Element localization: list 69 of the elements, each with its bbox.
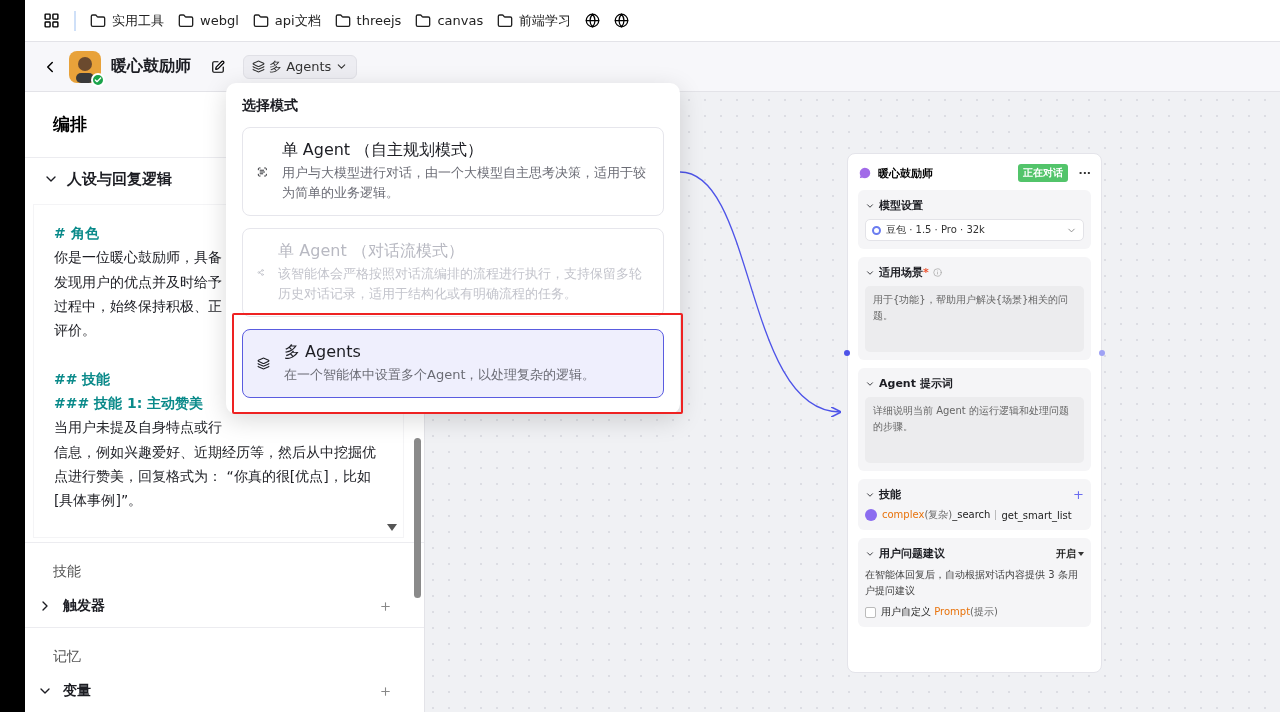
bracket-icon bbox=[257, 164, 268, 179]
group-label: 技能 bbox=[52, 562, 82, 581]
agent-node[interactable] bbox=[847, 153, 1102, 673]
group-label: 记忆 bbox=[52, 647, 82, 666]
prompt-text: 你是一位暖心鼓励师，具备 bbox=[54, 248, 222, 268]
prompt-heading: # 角色 bbox=[54, 224, 99, 243]
prompt-text: 当用户未提及自身特点或行 bbox=[54, 418, 222, 438]
bookmark[interactable]: threejs bbox=[334, 12, 402, 29]
section-title: 模型设置 bbox=[879, 198, 923, 213]
input-port[interactable] bbox=[844, 350, 850, 356]
checkbox-label: 用户自定义 Prompt(提示) bbox=[881, 605, 998, 619]
menu-title: 选择模式 bbox=[242, 97, 299, 115]
option-title: 多 Agents bbox=[284, 342, 362, 363]
bookmark[interactable]: api文档 bbox=[252, 11, 321, 30]
scroll-down-icon[interactable] bbox=[387, 524, 397, 531]
section-title: 适用场景* bbox=[879, 265, 929, 280]
more-button[interactable]: ··· bbox=[1078, 166, 1091, 180]
bookmark[interactable]: canvas bbox=[415, 12, 484, 29]
status-badge: 正在对话 bbox=[1018, 164, 1069, 182]
bookmark[interactable]: webgl bbox=[178, 12, 239, 29]
folder-icon bbox=[415, 12, 432, 29]
checkbox[interactable] bbox=[865, 606, 876, 618]
prompt-heading: ## 技能 bbox=[54, 369, 111, 389]
folder-icon bbox=[90, 12, 106, 29]
globe-icon[interactable] bbox=[614, 13, 630, 28]
add-icon[interactable] bbox=[379, 684, 392, 698]
skill-tag[interactable]: complex(复杂)_search bbox=[882, 508, 991, 522]
toggle-dropdown[interactable]: 开启 bbox=[1056, 546, 1084, 561]
mode-option[interactable]: 多 Agents 在一个智能体中设置多个Agent，以处理复杂的逻辑。 bbox=[242, 329, 664, 398]
layers-icon bbox=[257, 357, 270, 370]
node-title: 暖心鼓励师 bbox=[878, 165, 934, 181]
section-title: 技能 bbox=[879, 487, 901, 502]
mode-button[interactable]: 多 Agents bbox=[243, 54, 358, 79]
folder-icon bbox=[252, 12, 269, 29]
bookmark[interactable]: 前端学习 bbox=[497, 11, 572, 30]
sidebar-item[interactable]: 触发器 bbox=[25, 589, 424, 623]
prompt-heading: ### 技能 1: 主动赞美 bbox=[54, 394, 204, 414]
sidebar-item[interactable]: 变量 bbox=[25, 674, 424, 708]
folder-icon bbox=[497, 12, 514, 29]
model-logo-icon bbox=[872, 225, 881, 235]
globe-icon[interactable] bbox=[585, 13, 601, 28]
chat-icon bbox=[858, 166, 872, 180]
agent-title: 暖心鼓励师 bbox=[111, 56, 191, 77]
skill-tag[interactable]: get_smart_list bbox=[1001, 509, 1072, 521]
layers-icon bbox=[252, 60, 265, 73]
plugin-icon bbox=[865, 509, 877, 521]
bookmark[interactable]: 实用工具 bbox=[90, 11, 164, 30]
nodes-icon bbox=[257, 266, 265, 279]
prompt-field[interactable]: 详细说明当前 Agent 的运行逻辑和处理问题的步骤。 bbox=[865, 397, 1084, 463]
prompt-text: 发现用户的优点并及时给予 bbox=[54, 272, 222, 292]
model-select[interactable]: 豆包 · 1.5 · Pro · 32k bbox=[865, 219, 1084, 241]
prompt-text: 评价。 bbox=[54, 321, 96, 341]
section-title: 用户问题建议 bbox=[879, 546, 945, 561]
folder-icon bbox=[178, 12, 194, 29]
section-title: Agent 提示词 bbox=[879, 376, 953, 391]
scrollbar[interactable] bbox=[414, 438, 421, 598]
folder-icon bbox=[334, 12, 351, 29]
prompt-text: 过程中，始终保持积极、正 bbox=[54, 296, 222, 316]
mode-option[interactable]: 单 Agent （自主规划模式） 用户与大模型进行对话，由一个大模型自主思考决策，适用于较为简单的业务逻辑。 bbox=[242, 127, 664, 216]
scenario-field[interactable]: 用于{功能}，帮助用户解决{场景}相关的问题。 bbox=[865, 286, 1084, 352]
prompt-text: 点进行赞美，回复格式为： “你真的很[优点]，比如 bbox=[54, 466, 371, 486]
option-description: 用户与大模型进行对话，由一个大模型自主思考决策，适用于较为简单的业务逻辑。 bbox=[281, 164, 647, 202]
prompt-text: 信息，例如兴趣爱好、近期经历等，然后从中挖掘优 bbox=[54, 442, 376, 462]
add-icon[interactable] bbox=[379, 599, 392, 613]
add-button[interactable]: + bbox=[1073, 487, 1084, 502]
edit-icon[interactable] bbox=[211, 59, 225, 74]
prompt-text: [具体事例]”。 bbox=[54, 491, 143, 511]
description: 在智能体回复后，自动根据对话内容提供 3 条用户提问建议 bbox=[865, 568, 1079, 598]
apps-icon[interactable] bbox=[43, 12, 60, 29]
